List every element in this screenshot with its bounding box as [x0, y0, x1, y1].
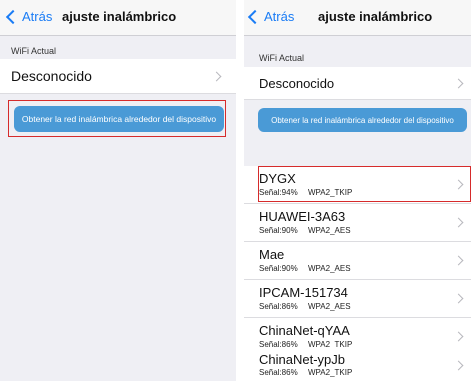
chevron-right-icon [211, 71, 222, 82]
network-name: ChinaNet-qYAA [259, 323, 350, 338]
network-signal: Señal:90% [259, 264, 298, 273]
network-name: IPCAM-151734 [259, 285, 348, 300]
chevron-right-icon [453, 78, 464, 89]
nav-bar: Atrás ajuste inalámbrico [244, 0, 471, 36]
back-label: Atrás [22, 9, 53, 24]
back-label: Atrás [264, 9, 295, 24]
chevron-left-icon [247, 9, 263, 24]
network-signal: Señal:86% [259, 302, 298, 311]
left-screen: Atrás ajuste inalámbrico WiFi Actual Des… [0, 0, 236, 381]
network-signal: Señal:90% [259, 226, 298, 235]
chevron-right-icon [453, 331, 464, 342]
highlight-box [8, 100, 226, 137]
network-security: WPA2_AES [308, 226, 351, 235]
chevron-right-icon [453, 293, 464, 304]
network-security: WPA2_AES [308, 302, 351, 311]
right-screen: Atrás ajuste inalámbrico WiFi Actual Des… [244, 0, 471, 381]
network-signal: Señal:86% [259, 368, 298, 377]
network-security: WPA2_TKIP [308, 368, 353, 377]
current-network-row[interactable]: Desconocido [244, 67, 471, 100]
panel-divider [236, 0, 244, 381]
scan-networks-button[interactable]: Obtener la red inalámbrica alrededor del… [258, 108, 467, 132]
nav-bar: Atrás ajuste inalámbrico [0, 0, 236, 36]
back-button[interactable]: Atrás [5, 9, 53, 24]
highlight-box [258, 166, 471, 202]
current-network-value: Desconocido [11, 68, 92, 84]
page-title: ajuste inalámbrico [62, 9, 177, 24]
current-network-value: Desconocido [259, 76, 335, 91]
chevron-left-icon [5, 9, 21, 24]
back-button[interactable]: Atrás [247, 9, 295, 24]
page-title: ajuste inalámbrico [318, 9, 433, 24]
network-row[interactable]: IPCAM-151734 Señal:86% WPA2_AES [244, 280, 471, 318]
network-row[interactable]: Mae Señal:90% WPA2_AES [244, 242, 471, 280]
chevron-right-icon [453, 360, 464, 371]
current-network-row[interactable]: Desconocido [0, 59, 236, 94]
network-name: Mae [259, 247, 285, 262]
network-name: HUAWEI-3A63 [259, 209, 346, 224]
network-security: WPA2_AES [308, 264, 351, 273]
network-row[interactable]: ChinaNet-ypJb Señal:86% WPA2_TKIP [244, 348, 471, 381]
chevron-right-icon [453, 217, 464, 228]
chevron-right-icon [453, 255, 464, 266]
section-label-current-wifi: WiFi Actual [259, 53, 305, 63]
section-label-current-wifi: WiFi Actual [11, 46, 57, 56]
network-row[interactable]: HUAWEI-3A63 Señal:90% WPA2_AES [244, 204, 471, 242]
network-name: ChinaNet-ypJb [259, 352, 345, 367]
